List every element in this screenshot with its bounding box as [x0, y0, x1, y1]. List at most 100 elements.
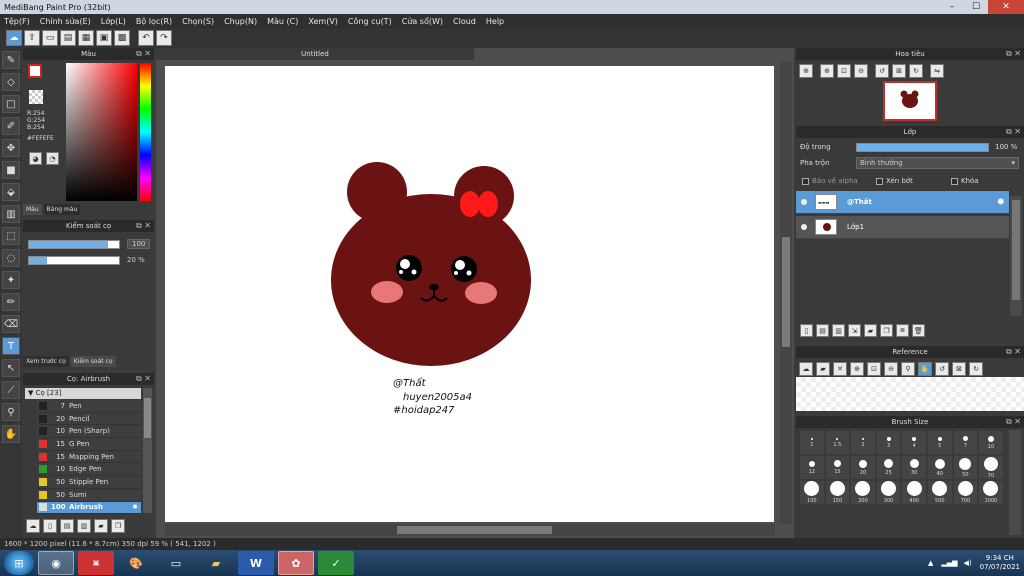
rotate-right-icon[interactable]: ↻ — [909, 64, 923, 78]
brush-item[interactable]: 15 G Pen — [37, 438, 141, 451]
tab-color[interactable]: Màu — [23, 204, 42, 215]
brush-group-header[interactable]: ▼ Cọ [23] — [25, 388, 141, 399]
zoom-in-icon[interactable]: ⊕ — [850, 362, 864, 376]
new-8bit-layer-icon[interactable]: ▥ — [832, 324, 845, 337]
delete-layer-icon[interactable]: 🗑 — [912, 324, 925, 337]
zoom-out-icon[interactable]: ⊖ — [854, 64, 868, 78]
navigator-thumbnail[interactable] — [883, 81, 937, 121]
scroll-thumb[interactable] — [144, 398, 151, 438]
gear-icon[interactable]: ✹ — [132, 503, 138, 511]
canvas-vertical-scrollbar[interactable] — [780, 62, 792, 524]
hue-slider[interactable] — [140, 63, 151, 201]
menu-edit[interactable]: Chỉnh sửa(E) — [40, 17, 91, 26]
tray-arrow-icon[interactable]: ▲ — [928, 559, 933, 567]
fit-screen-icon[interactable]: ⊡ — [867, 362, 881, 376]
panel-controls-icon[interactable]: ⧉ ✕ — [1006, 346, 1021, 358]
cloud-brush-icon[interactable]: ☁ — [26, 519, 40, 533]
lock-option[interactable]: Khóa — [951, 177, 979, 185]
reset-icon[interactable]: ⊠ — [952, 362, 966, 376]
panel-controls-icon[interactable]: ⧉ ✕ — [1006, 416, 1021, 428]
menu-select[interactable]: Chọn(S) — [182, 17, 214, 26]
brush-size-cell[interactable]: 2 — [850, 430, 876, 455]
menu-help[interactable]: Help — [486, 17, 504, 26]
medibang-app-icon[interactable]: ▣ — [78, 551, 114, 575]
zoom-in-icon[interactable]: ⊕ — [820, 64, 834, 78]
brush-size-cell[interactable]: 15 — [824, 455, 851, 480]
brush-size-cell[interactable]: 70 — [978, 455, 1004, 480]
scroll-thumb[interactable] — [397, 526, 552, 534]
minimize-button[interactable]: – — [940, 0, 964, 14]
visibility-icon[interactable] — [801, 224, 807, 230]
brush-tool-icon[interactable]: ✎ — [2, 51, 20, 69]
blend-mode-select[interactable]: Bình thường ▾ — [856, 157, 1019, 169]
tab-palette[interactable]: Bảng màu — [43, 204, 81, 215]
new-halftone-layer-icon[interactable]: ▤ — [816, 324, 829, 337]
protect-alpha-option[interactable]: Bảo vệ alpha — [802, 177, 858, 185]
folder-app-icon[interactable]: ▰ — [198, 551, 234, 575]
move-tool-icon[interactable]: ✥ — [2, 139, 20, 157]
brush-size-cell[interactable]: 200 — [850, 480, 876, 505]
grid-icon[interactable]: ▩ — [114, 30, 130, 46]
eyedropper-tool-icon[interactable]: ⚲ — [2, 403, 20, 421]
brush-size-cell[interactable]: 1 — [799, 430, 825, 455]
brush-size-cell[interactable]: 10 — [978, 430, 1004, 455]
new-file-icon[interactable]: ▤ — [60, 30, 76, 46]
divide-tool-icon[interactable]: ⟋ — [2, 381, 20, 399]
panel-controls-icon[interactable]: ⧉ ✕ — [136, 373, 151, 385]
brush-size-cell[interactable]: 20 — [850, 455, 876, 480]
visibility-icon[interactable] — [801, 199, 807, 205]
hand-icon[interactable]: ✋ — [918, 362, 932, 376]
brush-size-slider[interactable] — [28, 240, 120, 249]
layer-folder-icon[interactable]: ▰ — [864, 324, 877, 337]
network-icon[interactable]: ▂▄▆ — [941, 559, 957, 567]
menu-layer[interactable]: Lớp(L) — [101, 17, 126, 26]
panel-controls-icon[interactable]: ⧉ ✕ — [136, 48, 151, 60]
brush-item[interactable]: 50 Sumi — [37, 488, 141, 502]
brush-size-cell[interactable]: 5 — [926, 430, 953, 455]
fill-rect-tool-icon[interactable]: ■ — [2, 161, 20, 179]
duplicate-layer-icon[interactable]: ❐ — [880, 324, 893, 337]
scroll-thumb[interactable] — [782, 237, 790, 347]
layer-opacity-slider[interactable] — [856, 143, 989, 152]
brush-size-cell[interactable]: 150 — [824, 480, 851, 505]
palette-icon[interactable]: ◕ — [29, 152, 42, 165]
select-tool-icon[interactable]: ⬚ — [2, 227, 20, 245]
reference-canvas[interactable] — [796, 377, 1024, 411]
brush-size-cell[interactable]: 3 — [875, 430, 902, 455]
menu-window[interactable]: Cửa sổ(W) — [402, 17, 443, 26]
rotate-right-icon[interactable]: ↻ — [969, 362, 983, 376]
menu-file[interactable]: Tệp(F) — [4, 17, 30, 26]
clipping-option[interactable]: Xén bớt — [876, 177, 913, 185]
flip-icon[interactable]: ⇋ — [930, 64, 944, 78]
panel-controls-icon[interactable]: ⧉ ✕ — [136, 220, 151, 232]
fit-screen-icon[interactable]: ⊡ — [837, 64, 851, 78]
brush-item[interactable]: 15 Mapping Pen — [37, 450, 141, 464]
brush-size-cell[interactable]: 1000 — [978, 480, 1004, 505]
protect-alpha-checkbox[interactable] — [802, 177, 809, 185]
chrome-app-icon[interactable]: ◉ — [38, 551, 74, 575]
rotate-left-icon[interactable]: ↺ — [935, 362, 949, 376]
lock-checkbox[interactable] — [951, 177, 958, 185]
brush-size-cell[interactable]: 7 — [952, 430, 979, 455]
brush-folder-icon[interactable]: ▰ — [94, 519, 108, 533]
merge-layer-icon[interactable]: ⧈ — [896, 324, 909, 337]
dot-tool-icon[interactable]: □ — [2, 95, 20, 113]
brush-size-cell[interactable]: 1.5 — [824, 430, 851, 455]
add-brush-icon[interactable]: ▯ — [43, 519, 57, 533]
start-button[interactable]: ⊞ — [4, 551, 34, 575]
hand-tool-icon[interactable]: ✋ — [2, 425, 20, 443]
reset-icon[interactable]: ⊠ — [892, 64, 906, 78]
gear-icon[interactable]: ✹ — [997, 197, 1005, 208]
select-pen-icon[interactable]: ✏ — [2, 293, 20, 311]
volume-icon[interactable]: ◀) — [964, 559, 972, 567]
close-button[interactable]: ✕ — [988, 0, 1024, 14]
menu-view[interactable]: Xem(V) — [308, 17, 338, 26]
gradient-tool-icon[interactable]: ▥ — [2, 205, 20, 223]
brush-opacity-slider[interactable] — [28, 256, 120, 265]
close-icon[interactable]: ✕ — [833, 362, 847, 376]
brush-size-cell[interactable]: 700 — [952, 480, 979, 505]
pen-tool-icon[interactable]: ✐ — [2, 117, 20, 135]
foreground-color-swatch[interactable] — [28, 64, 42, 78]
monitor-app-icon[interactable]: ▭ — [158, 551, 194, 575]
layer-item-layer1[interactable]: Lớp1 — [796, 216, 1009, 239]
